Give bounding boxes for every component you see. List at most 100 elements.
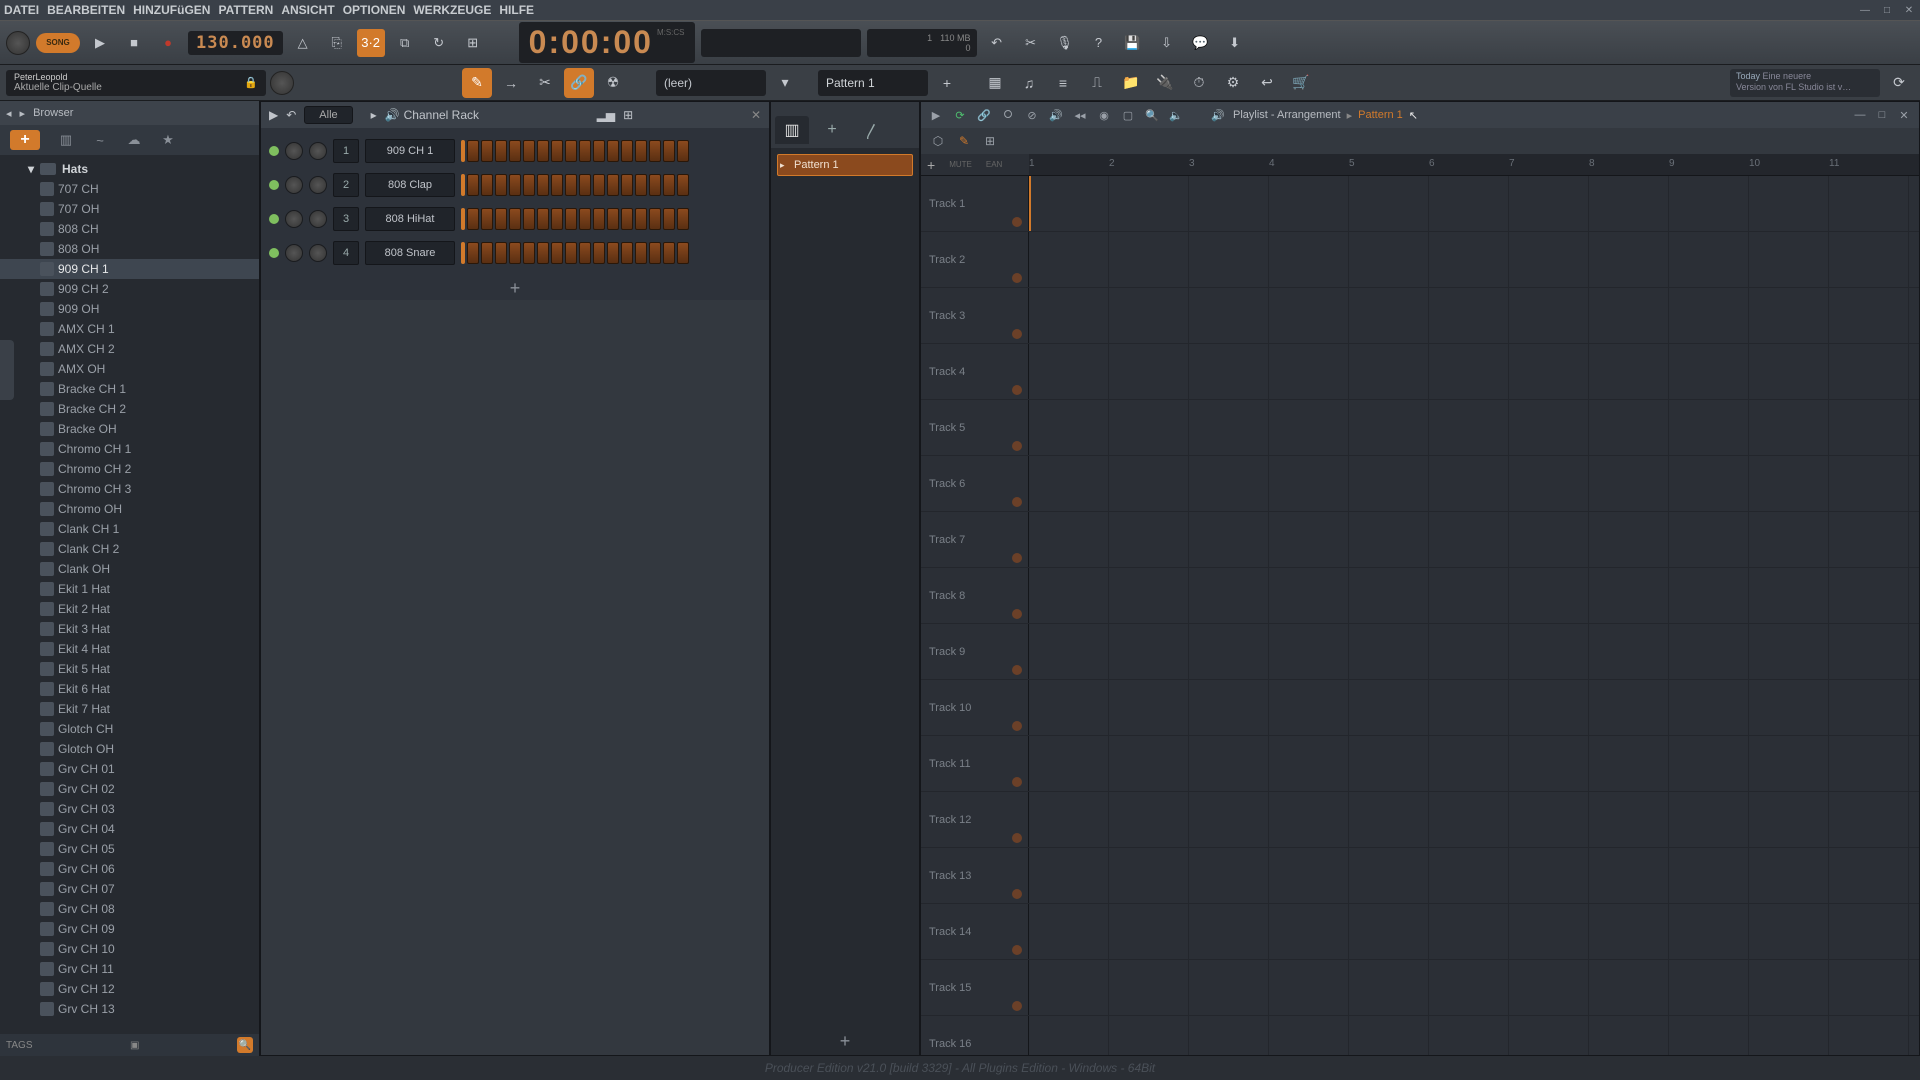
draw-tool[interactable]: ✎: [462, 68, 492, 98]
channel-vol-knob[interactable]: [309, 142, 327, 160]
track-lane[interactable]: [1029, 1016, 1919, 1055]
step-button[interactable]: [467, 140, 479, 162]
browser-item[interactable]: Grv CH 04: [0, 819, 259, 839]
step-accent[interactable]: [461, 208, 465, 230]
browser-item[interactable]: Ekit 1 Hat: [0, 579, 259, 599]
track-mute-dot[interactable]: [1012, 721, 1022, 731]
track-mute-dot[interactable]: [1012, 665, 1022, 675]
browser-item[interactable]: Ekit 2 Hat: [0, 599, 259, 619]
track-header[interactable]: Track 1: [921, 176, 1029, 231]
step-button[interactable]: [663, 174, 675, 196]
step-button[interactable]: [621, 208, 633, 230]
step-button[interactable]: [579, 174, 591, 196]
track-header[interactable]: Track 10: [921, 680, 1029, 735]
pitch-knob[interactable]: [270, 71, 294, 95]
step-button[interactable]: [663, 208, 675, 230]
track-lane[interactable]: [1029, 792, 1919, 847]
loop-rec-button[interactable]: ↻: [425, 29, 453, 57]
browser-item[interactable]: 808 OH: [0, 239, 259, 259]
playhead[interactable]: [1029, 176, 1031, 231]
cr-close-button[interactable]: ✕: [751, 108, 761, 122]
browser-item[interactable]: Grv CH 06: [0, 859, 259, 879]
step-button[interactable]: [565, 140, 577, 162]
tempo-display[interactable]: 130.000: [188, 31, 283, 55]
pl-play-icon[interactable]: ▶: [927, 106, 945, 124]
browser-tab-sounds[interactable]: ~: [92, 132, 108, 148]
channel-pan-knob[interactable]: [285, 142, 303, 160]
cpu-meter[interactable]: 1110 MB 0: [867, 29, 977, 57]
track-header[interactable]: Track 8: [921, 568, 1029, 623]
browser-item[interactable]: Ekit 6 Hat: [0, 679, 259, 699]
track-mute-dot[interactable]: [1012, 553, 1022, 563]
step-button[interactable]: [537, 140, 549, 162]
patpick-tab-audio[interactable]: +: [815, 116, 849, 144]
browser-folder-hats[interactable]: ▾ Hats: [0, 159, 259, 179]
feedback-button[interactable]: 💬: [1187, 29, 1215, 57]
browser-item[interactable]: Ekit 5 Hat: [0, 659, 259, 679]
step-button[interactable]: [677, 174, 689, 196]
menu-pattern[interactable]: PATTERN: [218, 3, 273, 17]
track-mute-dot[interactable]: [1012, 385, 1022, 395]
browser-item[interactable]: 909 CH 2: [0, 279, 259, 299]
browser-item[interactable]: Chromo OH: [0, 499, 259, 519]
view-pianoroll[interactable]: ♫: [1014, 68, 1044, 98]
play-button[interactable]: ▶: [86, 29, 114, 57]
midi-button[interactable]: 🎙: [1051, 29, 1079, 57]
view-channelrack[interactable]: ≡: [1048, 68, 1078, 98]
browser-item[interactable]: Chromo CH 2: [0, 459, 259, 479]
view-shop[interactable]: 🛒: [1286, 68, 1316, 98]
step-button[interactable]: [551, 208, 563, 230]
render-button[interactable]: ⇩: [1153, 29, 1181, 57]
track-mute-dot[interactable]: [1012, 441, 1022, 451]
browser-item[interactable]: Bracke CH 1: [0, 379, 259, 399]
browser-item[interactable]: Chromo CH 3: [0, 479, 259, 499]
step-button[interactable]: [495, 208, 507, 230]
track-mute-dot[interactable]: [1012, 217, 1022, 227]
time-display[interactable]: 0:00: 00 M:S:CS: [519, 22, 695, 63]
step-button[interactable]: [481, 208, 493, 230]
step-button[interactable]: [649, 174, 661, 196]
pl-tool-brush[interactable]: ⊞: [979, 131, 1001, 151]
channel-pan-knob[interactable]: [285, 244, 303, 262]
step-button[interactable]: [579, 242, 591, 264]
step-button[interactable]: [621, 174, 633, 196]
browser-item[interactable]: Grv CH 01: [0, 759, 259, 779]
pl-close-button[interactable]: ✕: [1895, 106, 1913, 124]
track-lane[interactable]: [1029, 904, 1919, 959]
browser-item[interactable]: Ekit 4 Hat: [0, 639, 259, 659]
step-button[interactable]: [537, 208, 549, 230]
track-mute-dot[interactable]: [1012, 833, 1022, 843]
browser-add-button[interactable]: +: [10, 130, 40, 150]
link-tool[interactable]: 🔗: [564, 68, 594, 98]
pl-sync-icon[interactable]: ⟳: [951, 106, 969, 124]
channel-number[interactable]: 4: [333, 241, 359, 265]
track-header[interactable]: Track 7: [921, 512, 1029, 567]
browser-item[interactable]: Grv CH 10: [0, 939, 259, 959]
song-pat-toggle[interactable]: SONG: [36, 33, 80, 53]
channel-number[interactable]: 2: [333, 173, 359, 197]
step-button[interactable]: [523, 242, 535, 264]
track-lane[interactable]: [1029, 848, 1919, 903]
overdub-button[interactable]: ⧉: [391, 29, 419, 57]
close-button[interactable]: ✕: [1898, 0, 1920, 20]
step-accent[interactable]: [461, 242, 465, 264]
channel-vol-knob[interactable]: [309, 244, 327, 262]
step-button[interactable]: [663, 140, 675, 162]
channel-number[interactable]: 3: [333, 207, 359, 231]
step-button[interactable]: [579, 140, 591, 162]
track-lane[interactable]: [1029, 624, 1919, 679]
step-button[interactable]: [481, 174, 493, 196]
view-undo-history[interactable]: ↩: [1252, 68, 1282, 98]
step-button[interactable]: [537, 242, 549, 264]
step-button[interactable]: [509, 242, 521, 264]
track-lane[interactable]: [1029, 680, 1919, 735]
step-button[interactable]: [495, 242, 507, 264]
browser-item[interactable]: Clank CH 2: [0, 539, 259, 559]
menu-hilfe[interactable]: HILFE: [499, 3, 534, 17]
step-button[interactable]: [593, 242, 605, 264]
browser-item[interactable]: 808 CH: [0, 219, 259, 239]
channel-mute-led[interactable]: [269, 180, 279, 190]
channel-mute-led[interactable]: [269, 248, 279, 258]
download-button[interactable]: ⬇: [1221, 29, 1249, 57]
playlist-rows[interactable]: Track 1Track 2Track 3Track 4Track 5Track…: [921, 176, 1919, 1055]
